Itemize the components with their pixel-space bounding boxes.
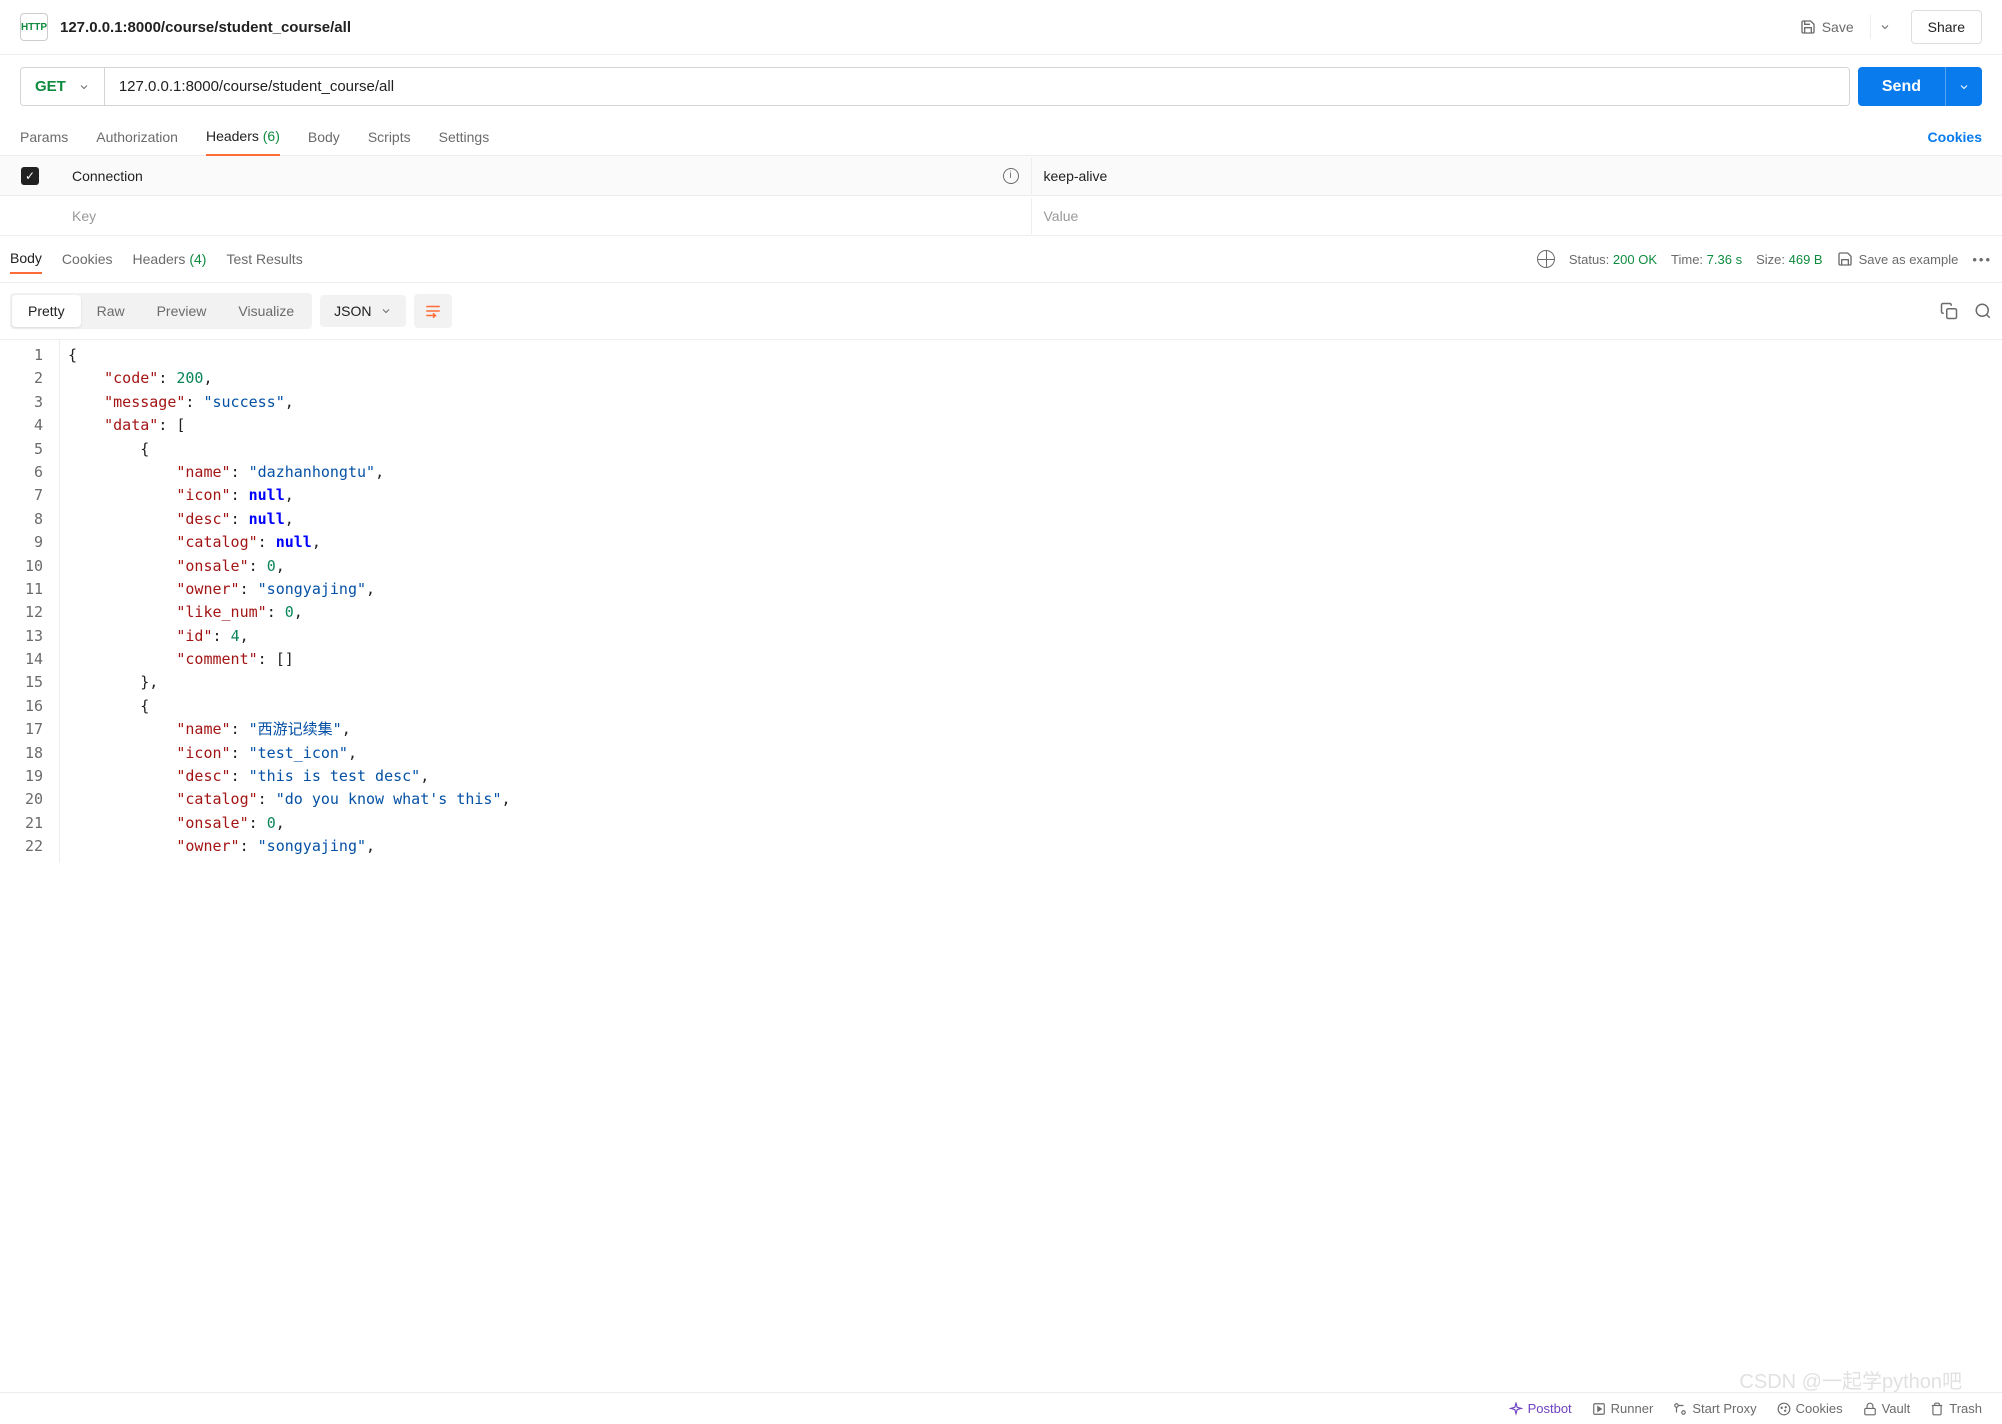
tab-headers-label: Headers <box>206 128 259 144</box>
response-status: Status: 200 OK Time: 7.36 s Size: 469 B … <box>1537 250 1992 268</box>
bottom-bar: Postbot Runner Start Proxy Cookies Vault… <box>0 1392 2002 1424</box>
play-icon <box>1592 1402 1606 1416</box>
cookies-button[interactable]: Cookies <box>1777 1401 1843 1416</box>
header-key-cell[interactable]: Connection i <box>60 158 1032 194</box>
send-button-group: Send <box>1858 67 1982 106</box>
globe-icon[interactable] <box>1537 250 1555 268</box>
code-viewer: 12345678910111213141516171819202122 { "c… <box>0 339 2002 863</box>
format-label: JSON <box>334 303 371 319</box>
save-chevron-button[interactable] <box>1870 15 1899 39</box>
save-label: Save <box>1822 19 1854 35</box>
start-proxy-label: Start Proxy <box>1692 1401 1756 1416</box>
view-tab-preview[interactable]: Preview <box>141 295 223 327</box>
view-actions <box>1940 302 1992 320</box>
size-value: 469 B <box>1789 252 1823 267</box>
sparkle-icon <box>1509 1402 1523 1416</box>
trash-label: Trash <box>1949 1401 1982 1416</box>
method-url-group: GET <box>20 67 1850 106</box>
cookies-link[interactable]: Cookies <box>1928 129 1982 145</box>
time-group: Time: 7.36 s <box>1671 252 1742 267</box>
send-chevron-button[interactable] <box>1945 67 1982 106</box>
runner-button[interactable]: Runner <box>1592 1401 1654 1416</box>
size-label: Size: <box>1756 252 1785 267</box>
cookies-label: Cookies <box>1796 1401 1843 1416</box>
request-bar: GET Send <box>0 55 2002 118</box>
size-group: Size: 469 B <box>1756 252 1823 267</box>
header-checkbox-cell: ✓ <box>0 167 60 185</box>
chevron-down-icon <box>78 81 90 93</box>
time-value: 7.36 s <box>1707 252 1742 267</box>
code-content[interactable]: { "code": 200, "message": "success", "da… <box>60 340 2002 863</box>
status-group: Status: 200 OK <box>1569 252 1657 267</box>
time-label: Time: <box>1671 252 1703 267</box>
tab-headers[interactable]: Headers (6) <box>206 118 280 156</box>
share-button[interactable]: Share <box>1911 10 1982 44</box>
top-actions: Save Share <box>1788 10 1982 44</box>
header-checkbox[interactable]: ✓ <box>21 167 39 185</box>
header-key-input[interactable]: Key <box>60 198 1032 234</box>
info-icon[interactable]: i <box>1003 168 1019 184</box>
view-controls: Pretty Raw Preview Visualize JSON <box>0 283 2002 339</box>
watermark: CSDN @一起学python吧 <box>1739 1365 1962 1394</box>
save-example-label: Save as example <box>1859 252 1959 267</box>
resp-tab-headers-label: Headers <box>133 251 186 267</box>
status-value: 200 OK <box>1613 252 1657 267</box>
header-key-text: Connection <box>72 168 143 184</box>
method-select[interactable]: GET <box>21 68 105 105</box>
headers-table: ✓ Connection i keep-alive Key Value <box>0 156 2002 236</box>
header-value-input[interactable]: Value <box>1032 198 2002 234</box>
tab-authorization[interactable]: Authorization <box>96 119 178 155</box>
chevron-down-icon <box>380 305 392 317</box>
tab-params[interactable]: Params <box>20 119 68 155</box>
line-numbers: 12345678910111213141516171819202122 <box>0 340 60 863</box>
top-bar: HTTP 127.0.0.1:8000/course/student_cours… <box>0 0 2002 55</box>
postbot-button[interactable]: Postbot <box>1509 1401 1572 1416</box>
format-select[interactable]: JSON <box>320 295 405 327</box>
cookie-icon <box>1777 1402 1791 1416</box>
resp-tab-body[interactable]: Body <box>10 244 42 274</box>
save-button[interactable]: Save <box>1788 13 1866 41</box>
tab-body[interactable]: Body <box>308 119 340 155</box>
trash-button[interactable]: Trash <box>1930 1401 1982 1416</box>
more-icon[interactable]: ••• <box>1972 252 1992 267</box>
view-tab-visualize[interactable]: Visualize <box>222 295 310 327</box>
url-input[interactable] <box>105 68 1849 105</box>
search-icon[interactable] <box>1974 302 1992 320</box>
save-as-example-button[interactable]: Save as example <box>1837 251 1959 267</box>
tab-headers-count: (6) <box>263 128 280 144</box>
postbot-label: Postbot <box>1528 1401 1572 1416</box>
status-label: Status: <box>1569 252 1609 267</box>
header-value-cell[interactable]: keep-alive <box>1032 158 2002 194</box>
save-icon <box>1837 251 1853 267</box>
response-tabs: Body Cookies Headers (4) Test Results St… <box>0 236 2002 283</box>
vault-icon <box>1863 1402 1877 1416</box>
tab-scripts[interactable]: Scripts <box>368 119 411 155</box>
request-tabs: Params Authorization Headers (6) Body Sc… <box>0 118 2002 156</box>
resp-tab-test-results[interactable]: Test Results <box>226 245 302 273</box>
tab-settings[interactable]: Settings <box>439 119 490 155</box>
send-button[interactable]: Send <box>1858 67 1945 106</box>
tab-title: 127.0.0.1:8000/course/student_course/all <box>60 19 1788 36</box>
view-mode-tabs: Pretty Raw Preview Visualize <box>10 293 312 329</box>
view-tab-pretty[interactable]: Pretty <box>12 295 81 327</box>
resp-tab-cookies[interactable]: Cookies <box>62 245 113 273</box>
wrap-button[interactable] <box>414 294 452 328</box>
save-icon <box>1800 19 1816 35</box>
runner-label: Runner <box>1611 1401 1654 1416</box>
start-proxy-button[interactable]: Start Proxy <box>1673 1401 1756 1416</box>
copy-icon[interactable] <box>1940 302 1958 320</box>
resp-tab-headers[interactable]: Headers (4) <box>133 245 207 273</box>
vault-button[interactable]: Vault <box>1863 1401 1911 1416</box>
vault-label: Vault <box>1882 1401 1911 1416</box>
trash-icon <box>1930 1402 1944 1416</box>
http-icon: HTTP <box>20 13 48 41</box>
view-tab-raw[interactable]: Raw <box>81 295 141 327</box>
method-text: GET <box>35 78 66 95</box>
proxy-icon <box>1673 1402 1687 1416</box>
header-row-empty: Key Value <box>0 196 2002 236</box>
resp-tab-headers-count: (4) <box>189 251 206 267</box>
header-row: ✓ Connection i keep-alive <box>0 156 2002 196</box>
